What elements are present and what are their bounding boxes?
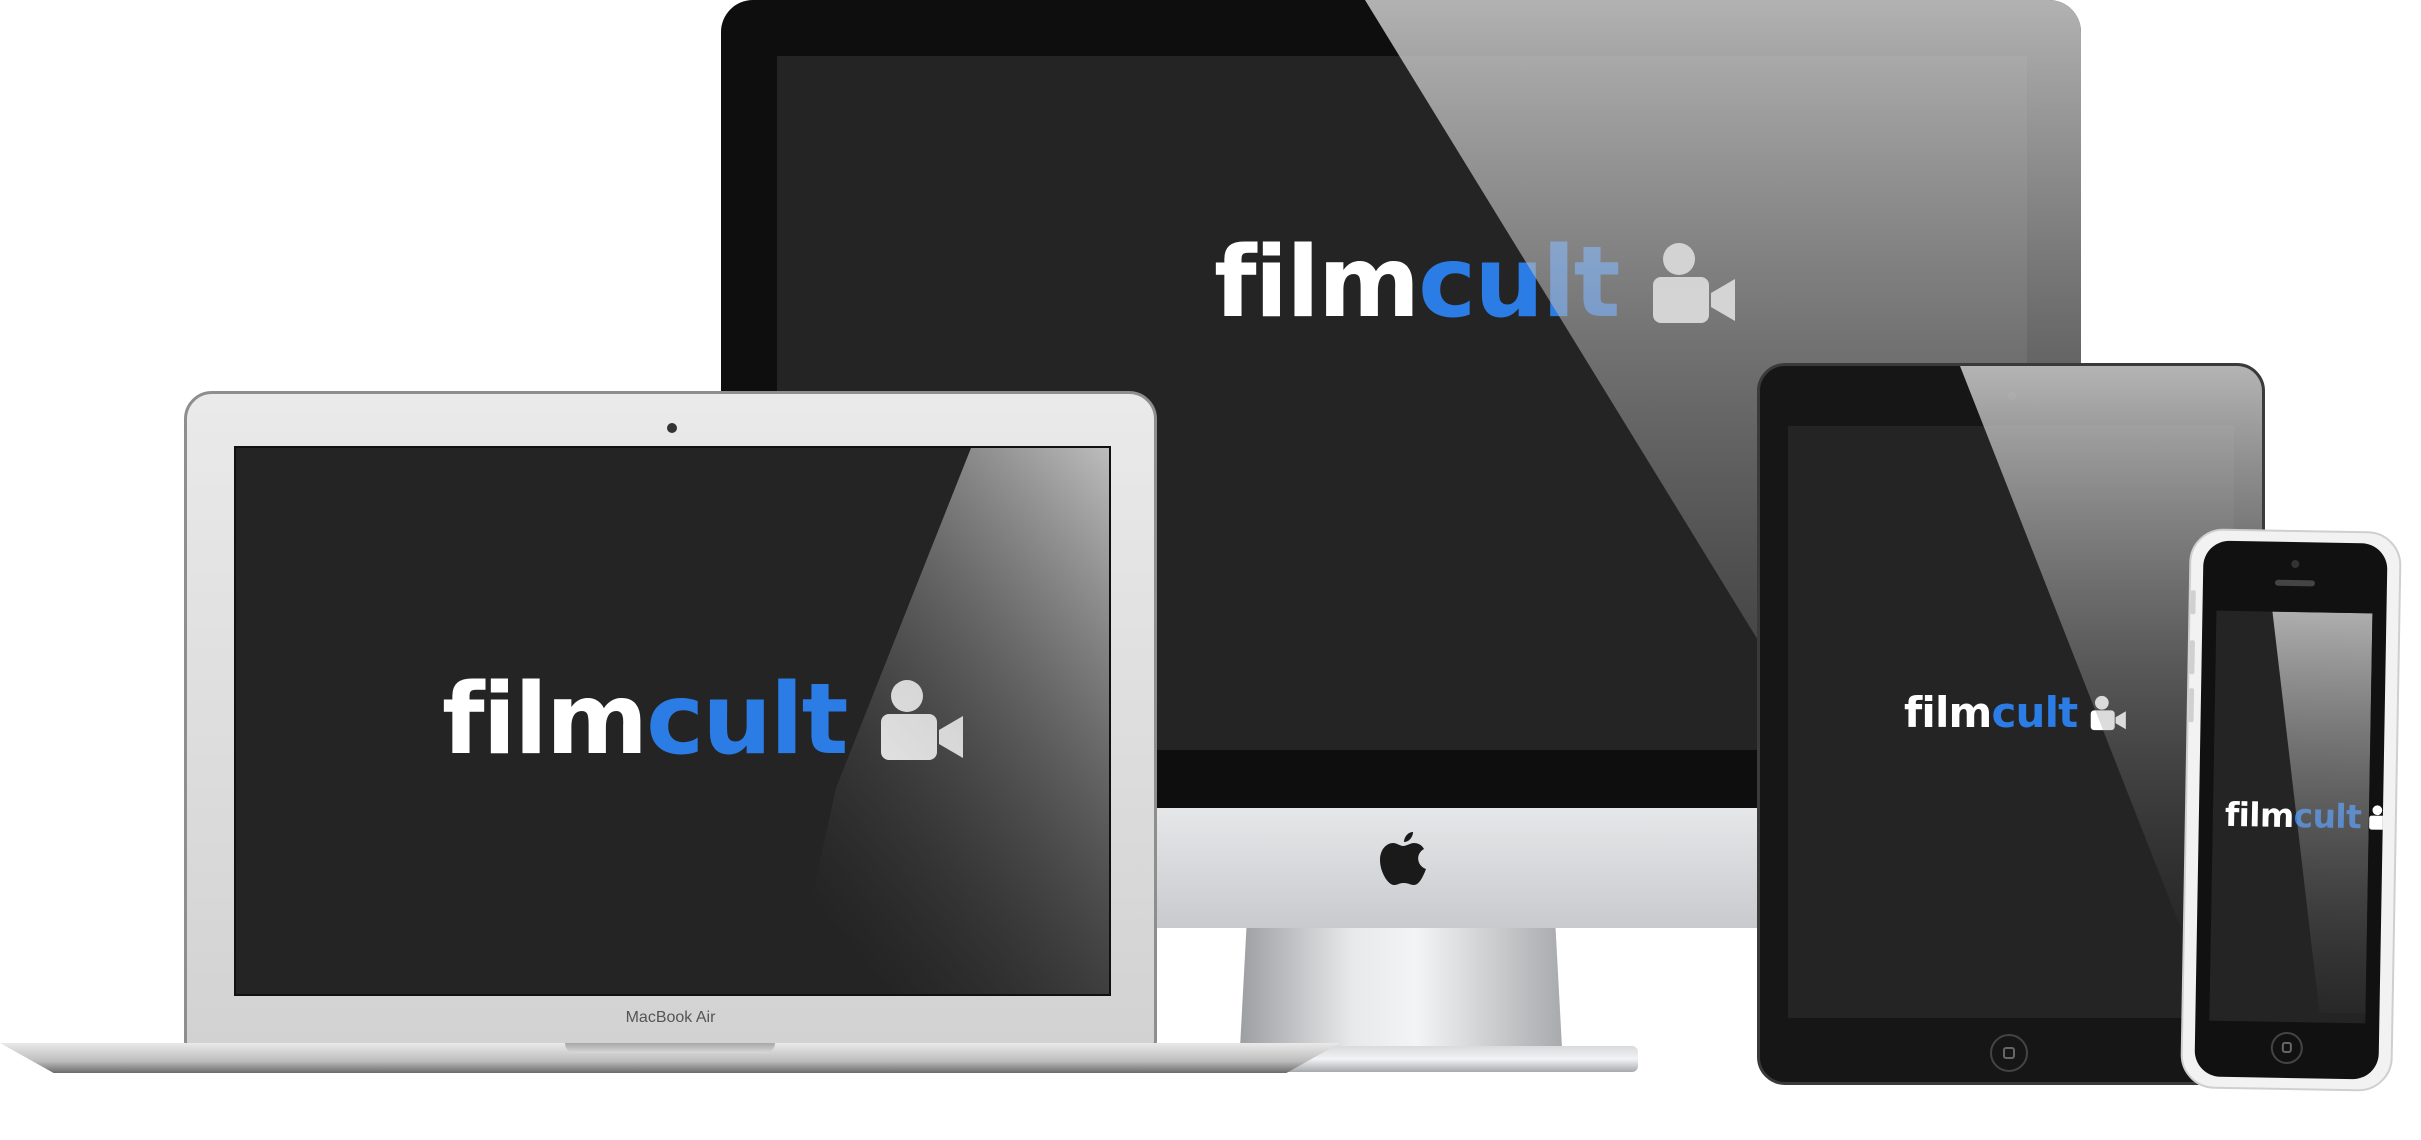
logo-word-cult: cult [646,663,848,777]
iphone-speaker [2274,579,2316,587]
video-camera-icon [2091,695,2127,730]
macbook-camera [667,423,677,433]
macbook-logo: film cult [442,663,965,777]
iphone-face: film cult [2194,540,2388,1080]
logo-word-film: film [442,663,648,777]
iphone-volume-down[interactable] [2188,688,2195,723]
device-mockup-scene: { "brand": { "word1": "film", "word2": "… [0,0,2421,1140]
ipad-camera [2008,392,2016,400]
iphone-screen: film cult [2209,610,2388,1024]
imac-stand [1240,928,1562,1048]
iphone-camera [2291,559,2300,569]
logo-word-cult: cult [2293,796,2362,837]
logo-word-film: film [2224,794,2294,836]
imac-logo: film cult [1214,226,1737,340]
iphone-logo: film cult [2225,795,2388,837]
iphone-home-button[interactable] [2270,1031,2304,1065]
video-camera-icon [1652,243,1735,323]
ipad-logo: film cult [1904,688,2127,737]
ipad-screen: film cult [1788,426,2234,1018]
ipad-home-button[interactable] [1990,1034,2028,1072]
macbook-label: MacBook Air [625,1009,716,1026]
video-camera-icon [880,680,963,760]
iphone-mute-switch[interactable] [2190,590,2196,615]
macbook-screen: film cult [234,446,1111,996]
logo-word-cult: cult [1991,688,2078,737]
iphone: film cult [2180,528,2402,1092]
logo-word-film: film [1904,688,1992,737]
iphone-volume-up[interactable] [2189,640,2195,675]
macbook-lid: film cult MacBook Air [184,391,1157,1046]
logo-word-film: film [1214,226,1420,340]
logo-word-cult: cult [1418,226,1620,340]
macbook-lid-notch [565,1043,775,1053]
apple-logo-icon [1380,832,1426,885]
video-camera-icon [2369,804,2388,830]
